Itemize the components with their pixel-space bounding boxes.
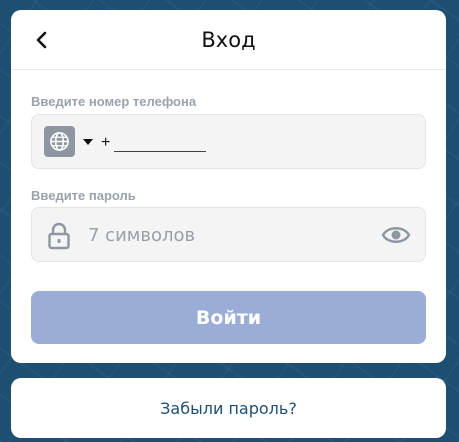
password-field[interactable] <box>31 207 426 262</box>
back-button[interactable] <box>29 24 53 56</box>
globe-icon <box>50 132 69 151</box>
login-button[interactable]: Войти <box>31 291 426 344</box>
login-header: Вход <box>11 10 446 70</box>
forgot-password-link[interactable]: Забыли пароль? <box>160 399 297 418</box>
password-input[interactable] <box>88 220 368 250</box>
page-title: Вход <box>201 27 256 52</box>
chevron-left-icon <box>36 31 47 49</box>
phone-prefix: + <box>101 134 111 151</box>
password-label: Введите пароль <box>31 188 136 203</box>
phone-input[interactable] <box>114 129 364 153</box>
lock-icon <box>48 222 70 250</box>
eye-icon[interactable] <box>381 223 411 247</box>
phone-label: Введите номер телефона <box>31 94 197 109</box>
country-selector[interactable] <box>44 126 75 157</box>
forgot-password-card: Забыли пароль? <box>11 378 446 438</box>
chevron-down-icon[interactable] <box>83 139 93 145</box>
login-card: Вход Введите номер телефона + Введите па… <box>11 10 446 363</box>
phone-field[interactable]: + <box>31 114 426 169</box>
